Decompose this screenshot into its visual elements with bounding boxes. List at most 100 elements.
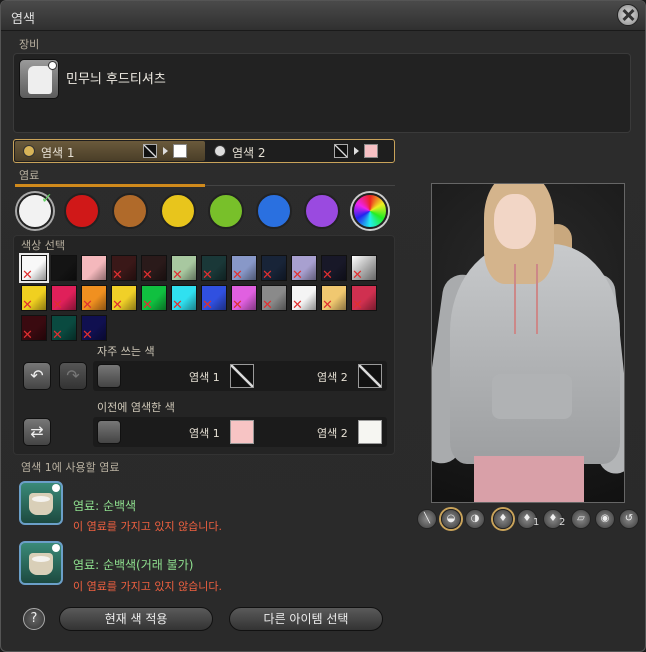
color-swatch[interactable]: ✕: [201, 285, 227, 312]
color-swatch[interactable]: ✕: [261, 285, 287, 312]
copy-colors-icon[interactable]: [97, 420, 121, 444]
frequent-dye2-swatch[interactable]: [358, 364, 382, 388]
color-swatch[interactable]: ✕: [141, 255, 167, 283]
tab-dye2[interactable]: 염색 2: [206, 141, 396, 161]
unavailable-icon: ✕: [262, 268, 273, 283]
previous-dye1-label: 염색 1: [189, 427, 220, 440]
unavailable-icon: ✕: [232, 298, 243, 313]
previous-colors-bar: 염색 1 염색 2: [93, 417, 387, 447]
category-purple[interactable]: [304, 193, 340, 229]
category-green[interactable]: [208, 193, 244, 229]
unavailable-icon: ✕: [292, 268, 303, 283]
tab-dye1[interactable]: 염색 1: [15, 141, 205, 161]
equipment-name: 민무늬 후드티셔츠: [66, 72, 166, 87]
frequent-dye1-swatch[interactable]: [230, 364, 254, 388]
category-brown[interactable]: [112, 193, 148, 229]
headgear-icon[interactable]: ◒: [441, 509, 461, 529]
undo-icon[interactable]: ↶: [23, 362, 51, 390]
color-swatch[interactable]: ✕: [111, 285, 137, 313]
unavailable-icon: ✕: [142, 268, 153, 283]
color-swatch[interactable]: ✕: [291, 255, 317, 283]
category-yellow[interactable]: [160, 193, 196, 229]
dyes-tab-underline: [15, 184, 205, 187]
close-icon[interactable]: [617, 4, 639, 26]
dye-window: 염색 장비 민무늬 후드티셔츠 염색 1 염색 2 염료 ✓ 색상 선택 ✕ ✕…: [0, 0, 646, 652]
dye1-new-swatch: [173, 144, 187, 158]
color-swatch[interactable]: ✕: [321, 255, 347, 282]
equipment-label: 장비: [19, 38, 40, 51]
color-swatch[interactable]: [81, 255, 107, 281]
unavailable-icon: ✕: [22, 298, 33, 313]
frequent-dye1-label: 염색 1: [189, 371, 220, 384]
weapon-toggle-icon[interactable]: ╲: [417, 509, 437, 529]
dye-item-name: 염료: 순백색: [73, 499, 137, 513]
reset-view-icon[interactable]: ↺: [619, 509, 639, 529]
window-title: 염색: [11, 12, 35, 27]
color-swatch[interactable]: ✕: [81, 315, 107, 342]
color-swatch[interactable]: ✕: [351, 285, 377, 313]
category-red[interactable]: [64, 193, 100, 229]
unavailable-icon: ✕: [292, 298, 303, 313]
eye-icon[interactable]: ◉: [595, 509, 615, 529]
unavailable-icon: ✕: [22, 268, 33, 283]
category-blue[interactable]: [256, 193, 292, 229]
previous-dye2-swatch[interactable]: [358, 420, 382, 444]
color-swatch[interactable]: ✕: [19, 253, 49, 283]
color-swatch[interactable]: ✕: [261, 255, 287, 283]
dye-pot-icon[interactable]: [19, 481, 63, 525]
color-swatch[interactable]: [51, 255, 77, 281]
unavailable-icon: ✕: [172, 268, 183, 283]
frequent-dye2-label: 염색 2: [317, 371, 348, 384]
color-swatch[interactable]: ✕: [141, 285, 167, 312]
color-swatch[interactable]: ✕: [81, 285, 107, 313]
unavailable-icon: ✕: [322, 298, 333, 313]
previous-label: 이전에 염색한 색: [97, 401, 175, 414]
color-swatch[interactable]: ✕: [21, 315, 47, 342]
dyes-label: 염료: [19, 169, 40, 182]
unavailable-icon: ✕: [232, 268, 243, 283]
copy-colors-icon[interactable]: [97, 364, 121, 388]
equipment-panel: 민무늬 후드티셔츠: [13, 53, 631, 133]
dye-slot-icon: [23, 145, 35, 157]
tab-dye2-label: 염색 2: [232, 146, 266, 160]
title-bar[interactable]: 염색: [1, 1, 645, 31]
no-dye-icon: [334, 144, 348, 158]
color-swatch[interactable]: ✕: [111, 255, 137, 282]
unavailable-icon: ✕: [172, 298, 183, 313]
redo-icon[interactable]: ↷: [59, 362, 87, 390]
unavailable-icon: ✕: [202, 268, 213, 283]
dye-item-name: 염료: 순백색(거래 불가): [73, 558, 194, 572]
arrow-icon: [163, 147, 168, 155]
color-swatch[interactable]: ✕: [231, 255, 257, 283]
select-other-item-button[interactable]: 다른 아이템 선택: [229, 607, 383, 631]
dye-pot-icon[interactable]: [19, 541, 63, 585]
preview-controls: ╲ ◒ ◑ ♦ ♦ 1 ♦ 2 ▱ ◉ ↺: [417, 509, 639, 531]
unavailable-icon: ✕: [52, 298, 63, 313]
swap-colors-icon[interactable]: ⇄: [23, 418, 51, 446]
color-swatch[interactable]: ✕: [51, 315, 77, 342]
no-dye-icon: [143, 144, 157, 158]
color-swatch[interactable]: ✕: [351, 255, 377, 282]
visor-icon[interactable]: ◑: [465, 509, 485, 529]
color-swatch[interactable]: ✕: [321, 285, 347, 313]
color-swatch[interactable]: ✕: [201, 255, 227, 283]
dye-item-warning: 이 염료를 가지고 있지 않습니다.: [73, 520, 223, 533]
preview-dye1-icon[interactable]: ♦: [493, 509, 513, 529]
unavailable-icon: ✕: [352, 298, 363, 313]
check-icon: ✓: [41, 191, 53, 207]
color-swatch[interactable]: ✕: [171, 285, 197, 313]
unavailable-icon: ✕: [112, 298, 123, 313]
category-special[interactable]: [352, 193, 388, 229]
color-swatch[interactable]: ✕: [51, 285, 77, 313]
help-button[interactable]: ?: [23, 608, 45, 630]
color-swatch[interactable]: ✕: [291, 285, 317, 313]
character-preview[interactable]: [431, 183, 625, 503]
color-swatch[interactable]: ✕: [171, 255, 197, 283]
hoodie-icon[interactable]: [19, 59, 59, 99]
compare-icon[interactable]: ▱: [571, 509, 591, 529]
unavailable-icon: ✕: [82, 298, 93, 313]
color-swatch[interactable]: ✕: [21, 285, 47, 313]
previous-dye1-swatch[interactable]: [230, 420, 254, 444]
color-swatch[interactable]: ✕: [231, 285, 257, 313]
apply-current-color-button[interactable]: 현재 색 적용: [59, 607, 213, 631]
